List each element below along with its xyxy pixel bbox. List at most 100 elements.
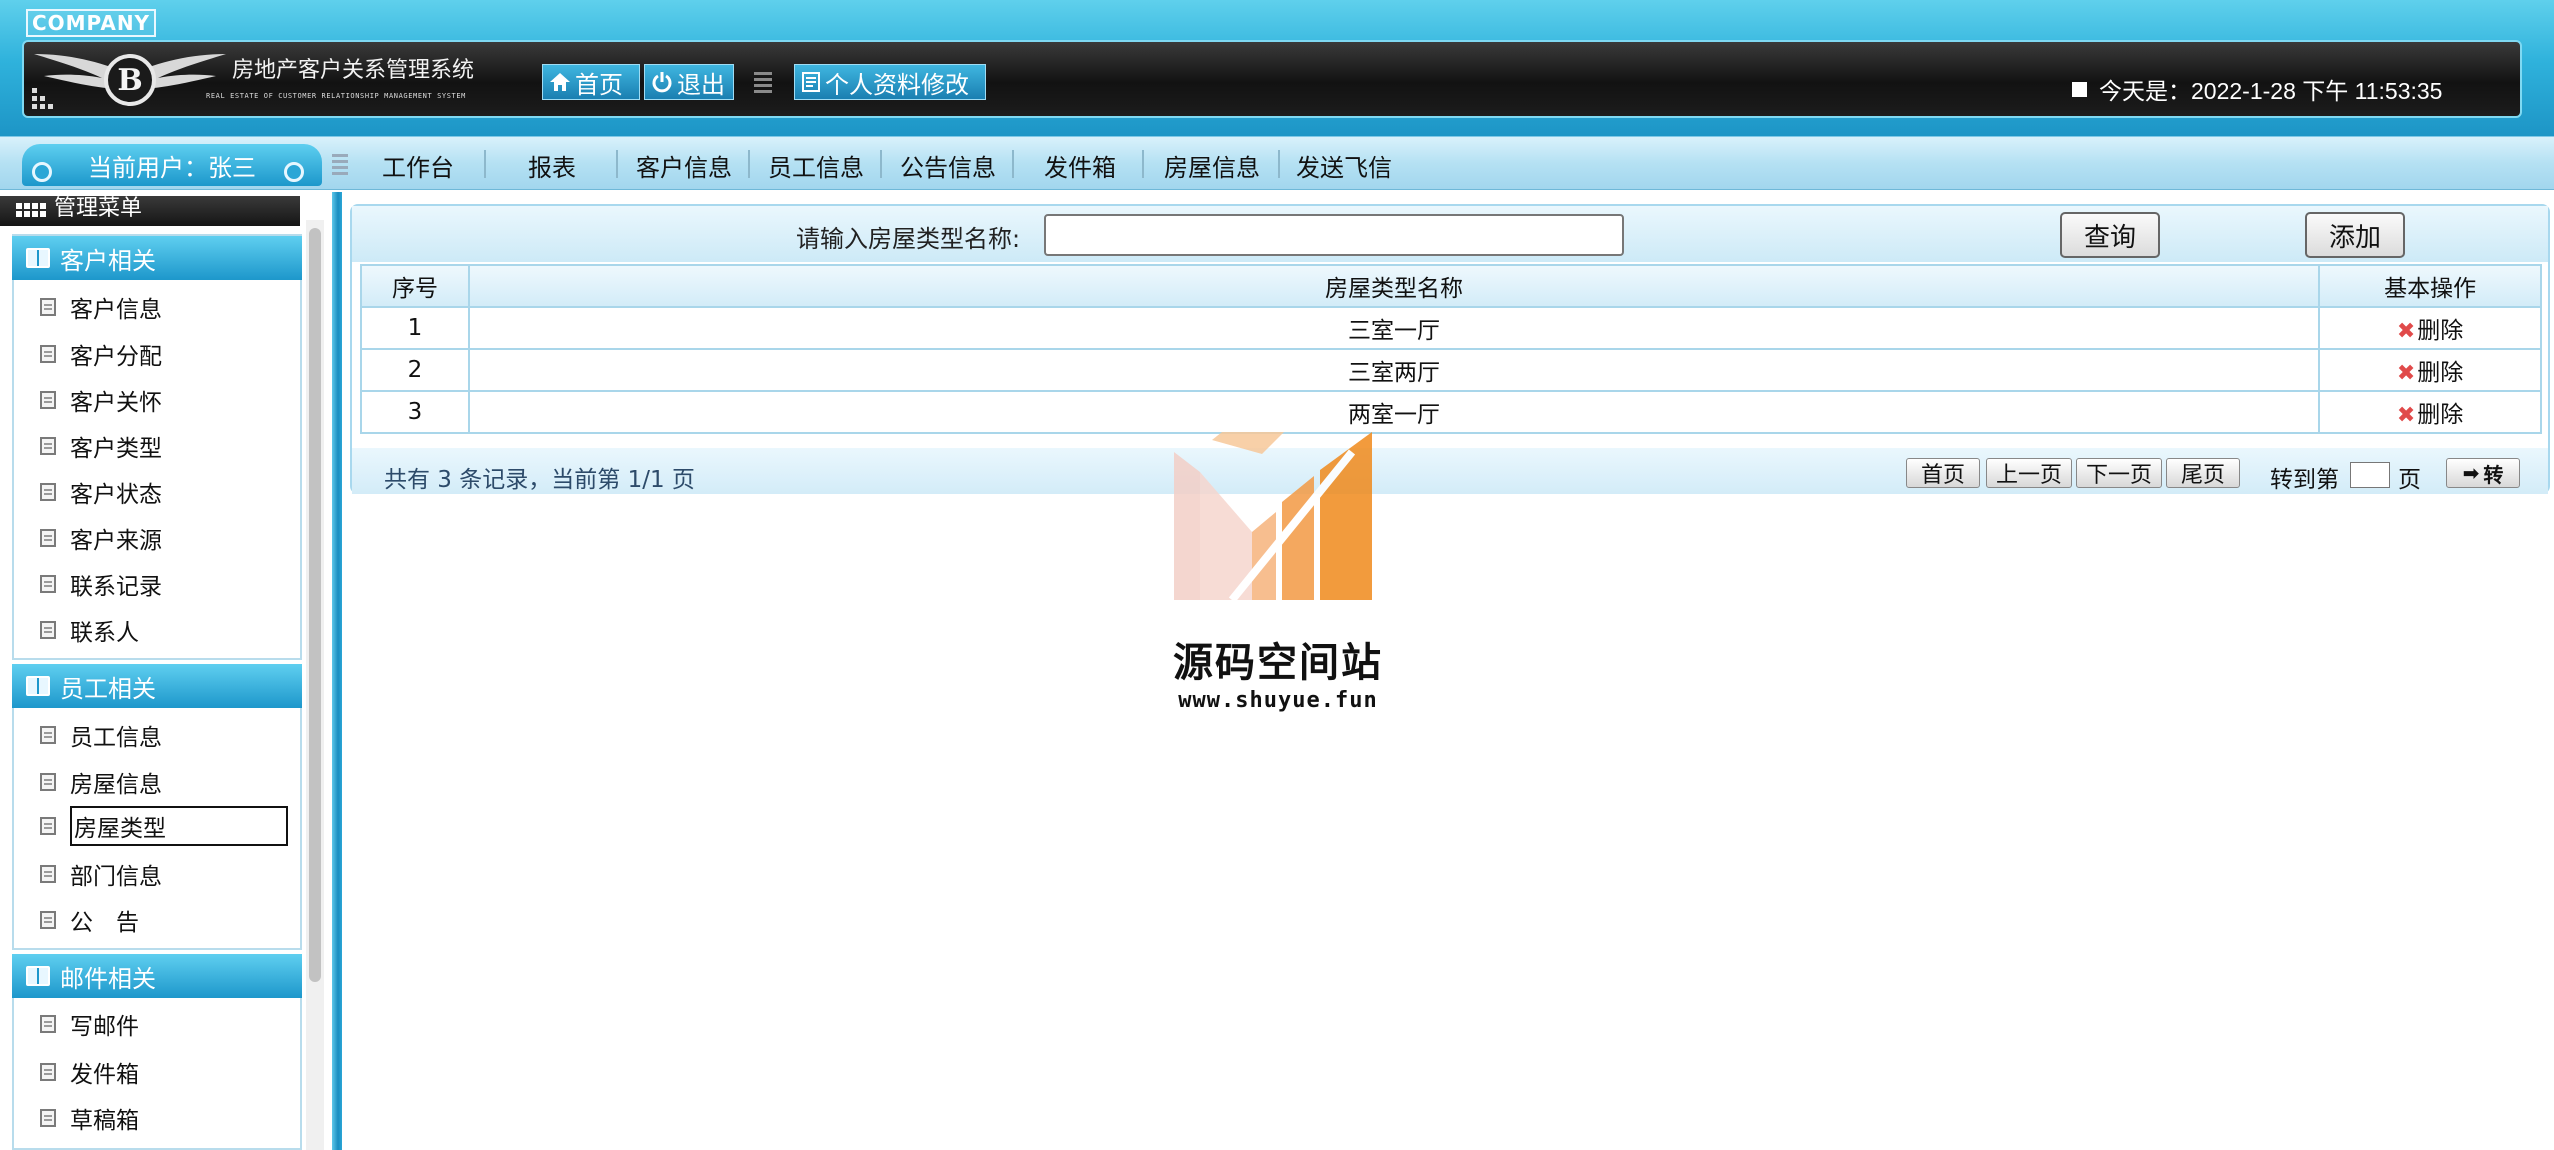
delete-link[interactable]: 删除 <box>2417 402 2463 428</box>
sidebar-divider[interactable] <box>332 192 342 1150</box>
sidebar-item-label: 员工信息 <box>70 725 162 751</box>
book-icon <box>26 676 50 696</box>
prev-page-button[interactable]: 上一页 <box>1986 458 2072 488</box>
document-icon <box>40 483 56 501</box>
nav-item-outbox[interactable]: 发件箱 <box>1044 148 1116 182</box>
row-delete-action[interactable]: ✖删除 <box>2318 306 2542 350</box>
logo-dots-icon <box>32 88 53 109</box>
nav-separator <box>1278 150 1280 178</box>
sidebar-item-label: 发件箱 <box>70 1062 139 1088</box>
row-delete-action[interactable]: ✖删除 <box>2318 390 2542 434</box>
nav-item-customers[interactable]: 客户信息 <box>636 148 732 182</box>
table-row: 1 三室一厅 ✖删除 <box>360 306 2542 350</box>
delete-link[interactable]: 删除 <box>2417 360 2463 386</box>
document-icon <box>40 298 56 316</box>
document-icon <box>40 1015 56 1033</box>
sidebar-scrollbar-thumb[interactable] <box>309 228 321 982</box>
sidebar-item-label: 草稿箱 <box>70 1108 139 1134</box>
sidebar-item-departments[interactable]: 部门信息 <box>40 856 162 892</box>
profile-edit-button[interactable]: 个人资料修改 <box>794 64 986 100</box>
nav-item-announcements[interactable]: 公告信息 <box>900 148 996 182</box>
grip-icon <box>332 154 348 175</box>
sidebar-item-employee-info[interactable]: 员工信息 <box>40 717 162 753</box>
home-button-label: 首页 <box>575 70 623 99</box>
sidebar-group-title: 员工相关 <box>60 674 156 703</box>
nav-item-houses[interactable]: 房屋信息 <box>1164 148 1260 182</box>
home-button[interactable]: 首页 <box>542 64 640 100</box>
document-icon <box>40 773 56 791</box>
house-type-search-input[interactable] <box>1044 214 1624 256</box>
book-icon <box>26 966 50 986</box>
sidebar-menu-title: 管理菜单 <box>54 196 143 221</box>
home-icon <box>550 73 570 91</box>
document-icon <box>40 817 56 835</box>
sidebar-item-label: 写邮件 <box>70 1014 139 1040</box>
sidebar-item-label: 联系人 <box>70 620 139 646</box>
document-icon <box>40 345 56 363</box>
nav-item-reports[interactable]: 报表 <box>528 148 576 182</box>
document-icon <box>40 1063 56 1081</box>
sidebar-item-label: 客户类型 <box>70 436 162 462</box>
row-delete-action[interactable]: ✖删除 <box>2318 348 2542 392</box>
add-button[interactable]: 添加 <box>2305 212 2405 258</box>
sidebar-item-contact-records[interactable]: 联系记录 <box>40 566 162 602</box>
nav-item-workbench[interactable]: 工作台 <box>382 148 454 182</box>
current-user-badge: 当前用户：张三 <box>22 144 322 186</box>
query-button[interactable]: 查询 <box>2060 212 2160 258</box>
watermark-url: www.shuyue.fun <box>1178 688 1378 713</box>
sidebar-item-contacts[interactable]: 联系人 <box>40 612 139 648</box>
sidebar-item-label: 联系记录 <box>70 574 162 600</box>
go-button[interactable]: ➡ 转 <box>2446 458 2520 488</box>
delete-x-icon: ✖ <box>2396 319 2416 344</box>
sidebar-item-customer-status[interactable]: 客户状态 <box>40 474 162 510</box>
sidebar-item-label: 房屋类型 <box>70 806 288 846</box>
delete-x-icon: ✖ <box>2396 403 2416 428</box>
logout-button[interactable]: 退出 <box>644 64 734 100</box>
sidebar-item-customer-care[interactable]: 客户关怀 <box>40 382 162 418</box>
delete-x-icon: ✖ <box>2396 361 2416 386</box>
grip-icon <box>754 72 772 93</box>
watermark-logo-icon <box>1174 432 1372 602</box>
sidebar-item-label: 房屋信息 <box>70 772 162 798</box>
row-house-type-name: 三室两厅 <box>467 348 2321 392</box>
sidebar-group-header-customers[interactable]: 客户相关 <box>12 236 302 280</box>
sidebar-group-header-employees[interactable]: 员工相关 <box>12 664 302 708</box>
goto-page-input[interactable] <box>2350 462 2390 488</box>
nav-separator <box>616 150 618 178</box>
current-date: 今天是：2022-1-28 下午 11:53:35 <box>2072 72 2442 106</box>
sidebar-item-write-mail[interactable]: 写邮件 <box>40 1006 139 1042</box>
arrow-right-icon: ➡ <box>2462 461 2480 485</box>
sidebar-group-header-mail[interactable]: 邮件相关 <box>12 954 302 998</box>
square-bullet-icon <box>2072 81 2087 97</box>
pill-knob-icon <box>32 162 52 182</box>
delete-link[interactable]: 删除 <box>2417 318 2463 344</box>
document-icon <box>40 621 56 639</box>
sidebar-item-customer-assign[interactable]: 客户分配 <box>40 336 162 372</box>
sidebar-item-notice[interactable]: 公 告 <box>40 902 139 938</box>
winged-b-logo-icon: B <box>34 54 226 106</box>
svg-text:B: B <box>117 63 142 98</box>
document-icon <box>40 437 56 455</box>
document-icon <box>40 726 56 744</box>
document-edit-icon <box>802 72 820 92</box>
sidebar-item-house-type[interactable]: 房屋类型 <box>40 806 288 846</box>
sidebar-item-sent-box[interactable]: 发件箱 <box>40 1054 139 1090</box>
sidebar-item-house-info[interactable]: 房屋信息 <box>40 764 162 800</box>
sidebar-item-customer-type[interactable]: 客户类型 <box>40 428 162 464</box>
sidebar-item-customer-info[interactable]: 客户信息 <box>40 289 162 325</box>
sidebar-item-label: 客户信息 <box>70 297 162 323</box>
nav-item-send-fetion[interactable]: 发送飞信 <box>1296 148 1392 182</box>
sidebar-item-customer-source[interactable]: 客户来源 <box>40 520 162 556</box>
sidebar-menu-header: 管理菜单 <box>0 196 300 226</box>
column-header-index: 序号 <box>360 264 470 308</box>
sidebar-item-drafts[interactable]: 草稿箱 <box>40 1100 139 1136</box>
logout-button-label: 退出 <box>677 70 725 99</box>
record-count-info: 共有 3 条记录，当前第 1/1 页 <box>384 467 695 493</box>
system-subtitle: REAL ESTATE OF CUSTOMER RELATIONSHIP MAN… <box>206 92 466 100</box>
power-icon <box>652 72 672 93</box>
next-page-button[interactable]: 下一页 <box>2076 458 2162 488</box>
profile-edit-label: 个人资料修改 <box>825 70 969 99</box>
nav-item-employees[interactable]: 员工信息 <box>768 148 864 182</box>
first-page-button[interactable]: 首页 <box>1906 458 1980 488</box>
last-page-button[interactable]: 尾页 <box>2166 458 2240 488</box>
